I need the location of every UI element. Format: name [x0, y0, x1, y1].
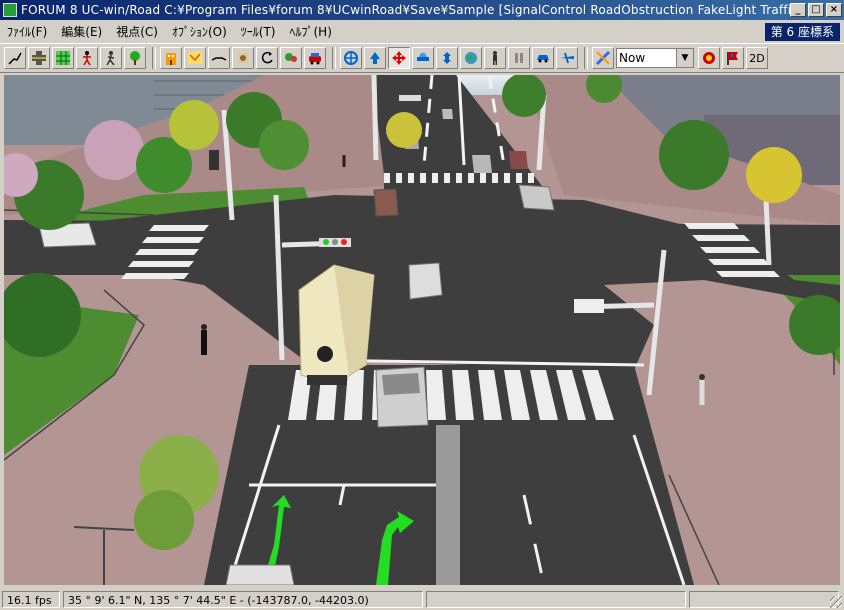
position-readout: 35 ° 9' 6.1" N, 135 ° 7' 44.5" E - (-143…: [63, 590, 423, 608]
tree-icon[interactable]: [124, 47, 146, 69]
menu-options[interactable]: ｵﾌﾟｼｮﾝ(O): [165, 23, 234, 40]
drive-icon[interactable]: [412, 47, 434, 69]
status-panel-empty: [426, 590, 686, 608]
toolbar-separator: [584, 47, 588, 69]
signal-icon[interactable]: [698, 47, 720, 69]
person-icon[interactable]: [76, 47, 98, 69]
title-bar: FORUM 8 UC-win/Road C:¥Program Files¥for…: [0, 0, 844, 20]
up-view-icon[interactable]: [364, 47, 386, 69]
menu-bar: ﾌｧｲﾙ(F) 編集(E) 視点(C) ｵﾌﾟｼｮﾝ(O) ﾂｰﾙ(T) ﾍﾙﾌ…: [0, 20, 844, 42]
pan-view-icon[interactable]: [388, 47, 410, 69]
toolbar-separator: [332, 47, 336, 69]
model-icon[interactable]: [280, 47, 302, 69]
plane-icon[interactable]: [556, 47, 578, 69]
close-button[interactable]: ×: [826, 3, 842, 17]
parts-icon[interactable]: [232, 47, 254, 69]
toolbar-separator: [152, 47, 156, 69]
road-section-icon[interactable]: [208, 47, 230, 69]
coordinate-system-label: 第 6 座標系: [764, 23, 840, 41]
walk-icon[interactable]: [100, 47, 122, 69]
chevron-down-icon[interactable]: ▼: [676, 49, 693, 67]
menu-edit[interactable]: 編集(E): [54, 23, 109, 40]
menu-tools[interactable]: ﾂｰﾙ(T): [234, 23, 283, 40]
mode-2d-button[interactable]: 2D: [746, 47, 768, 69]
rotate-view-icon[interactable]: [436, 47, 458, 69]
menu-file[interactable]: ﾌｧｲﾙ(F): [0, 23, 54, 40]
app-icon: [3, 3, 17, 17]
median: [436, 425, 460, 585]
time-select-value: Now: [619, 51, 646, 65]
status-panel-empty: [689, 590, 839, 608]
pause-icon[interactable]: [508, 47, 530, 69]
time-select[interactable]: Now ▼: [616, 48, 694, 68]
walk-mode-icon[interactable]: [484, 47, 506, 69]
status-bar: 16.1 fps 35 ° 9' 6.1" N, 135 ° 7' 44.5" …: [0, 588, 844, 610]
3d-viewport[interactable]: [4, 75, 840, 585]
rotate-icon[interactable]: [256, 47, 278, 69]
building-icon[interactable]: [160, 47, 182, 69]
truck: [298, 264, 375, 386]
car-mode-icon[interactable]: [532, 47, 554, 69]
intersection-icon[interactable]: [28, 47, 50, 69]
map-icon[interactable]: [184, 47, 206, 69]
scenario-icon[interactable]: [592, 47, 614, 69]
globe-icon[interactable]: [460, 47, 482, 69]
window-title: FORUM 8 UC-win/Road C:¥Program Files¥for…: [21, 3, 790, 17]
vehicle-icon[interactable]: [304, 47, 326, 69]
flag-icon[interactable]: [722, 47, 744, 69]
road-edit-icon[interactable]: [4, 47, 26, 69]
main-toolbar: Now ▼ 2D: [0, 43, 844, 73]
terrain-grid-icon[interactable]: [52, 47, 74, 69]
intersection-scene: [4, 75, 840, 585]
fps-readout: 16.1 fps: [2, 590, 60, 608]
menu-help[interactable]: ﾍﾙﾌﾟ(H): [283, 23, 339, 40]
minimize-button[interactable]: _: [790, 3, 806, 17]
maximize-button[interactable]: □: [808, 3, 824, 17]
resize-grip-icon[interactable]: [830, 596, 842, 608]
menu-view[interactable]: 視点(C): [109, 23, 165, 40]
window-controls: _ □ ×: [790, 3, 842, 17]
move-view-icon[interactable]: [340, 47, 362, 69]
